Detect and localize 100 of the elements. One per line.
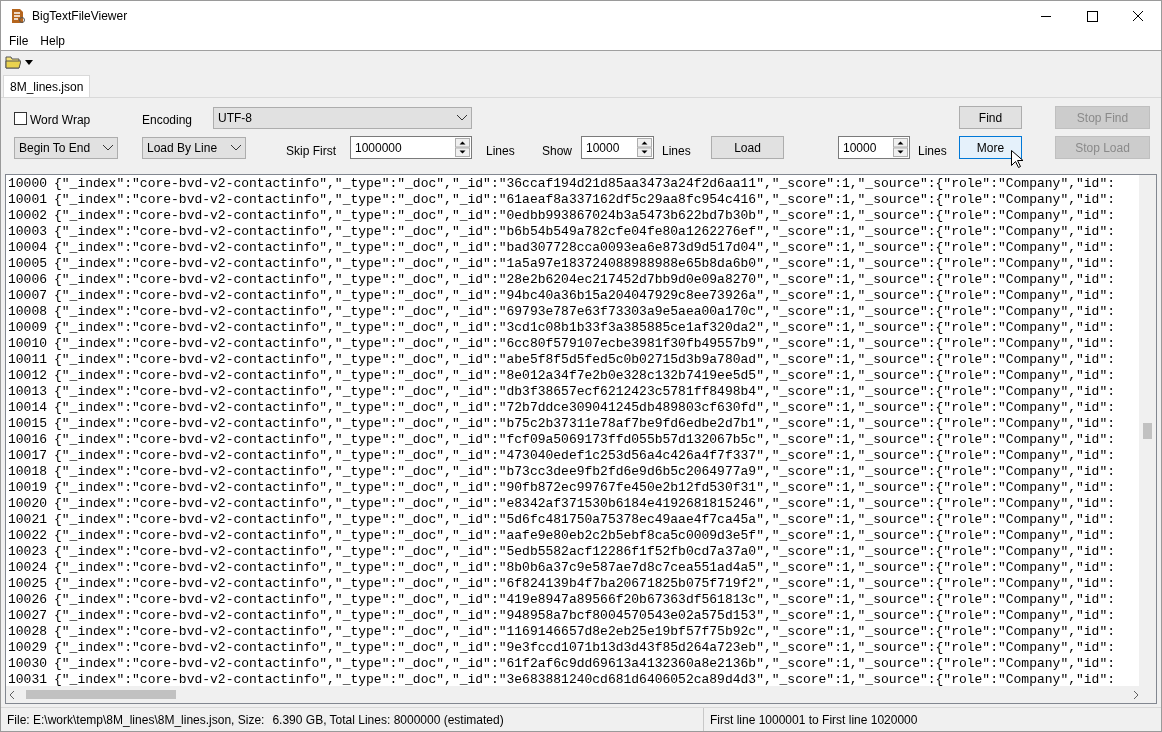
line-number: 10027 xyxy=(8,608,48,624)
checkbox-label: Word Wrap xyxy=(30,112,91,129)
caret-icon[interactable] xyxy=(25,59,33,65)
line-text: {"_index":"core-bvd-v2-contactinfo","_type":"_doc","_id":"db3f38657ecf6212423c5781ff8498b4","_score":1,"_source":{"role":"Company","id": xyxy=(54,384,1115,400)
scroll-right-icon[interactable] xyxy=(1132,690,1140,699)
line-text: {"_index":"core-bvd-v2-contactinfo","_type":"_doc","_id":"aafe9e80eb2c2b5ebf8ca5c0009d3e5f","_score":1,"_source":{"role":"Company","id": xyxy=(54,528,1115,544)
line-number: 10005 xyxy=(8,256,48,272)
line-text: {"_index":"core-bvd-v2-contactinfo","_type":"_doc","_id":"5edb5582acf12286f1f52fb0cd7a37a0","_score":1,"_source":{"role":"Company","id": xyxy=(54,544,1115,560)
line-text: {"_index":"core-bvd-v2-contactinfo","_type":"_doc","_id":"5d6fc481750a75378ec49aae4f7ca45a","_score":1,"_source":{"role":"Company","id": xyxy=(54,512,1115,528)
line-number: 10012 xyxy=(8,368,48,384)
line-text: {"_index":"core-bvd-v2-contactinfo","_type":"_doc","_id":"948958a7bcf8004570543e02a575d153","_score":1,"_source":{"role":"Company","id": xyxy=(54,608,1115,624)
dropdown-value: UTF-8 xyxy=(218,110,252,127)
open-folder-icon[interactable] xyxy=(5,55,21,69)
line-number: 10015 xyxy=(8,416,48,432)
word-wrap-checkbox[interactable] xyxy=(14,112,27,125)
menu-item[interactable]: Help xyxy=(34,31,72,50)
line-text: {"_index":"core-bvd-v2-contactinfo","_type":"_doc","_id":"e8342af371530b6184e4192681815246","_score":1,"_source":{"role":"Company","id": xyxy=(54,496,1115,512)
line-number: 10014 xyxy=(8,400,48,416)
line-text: {"_index":"core-bvd-v2-contactinfo","_type":"_doc","_id":"72b7ddce309041245db489803cf630fd","_score":1,"_source":{"role":"Company","id": xyxy=(54,400,1115,416)
line-number: 10007 xyxy=(8,288,48,304)
line-number: 10025 xyxy=(8,576,48,592)
status-file: File: E:\work\temp\8M_lines\8M_lines.json, Size: xyxy=(7,711,265,729)
line-number: 10004 xyxy=(8,240,48,256)
line-text: {"_index":"core-bvd-v2-contactinfo","_type":"_doc","_id":"8b0b6a37c9e587ae7d8c7cea551ad4a5","_score":1,"_source":{"role":"Company","id": xyxy=(54,560,1115,576)
line-number: 10011 xyxy=(8,352,48,368)
line-text: {"_index":"core-bvd-v2-contactinfo","_type":"_doc","_id":"3e683881240cd681d6406052ca89d4d3","_score":1,"_source":{"role":"Company","id": xyxy=(54,672,1115,686)
line-text: {"_index":"core-bvd-v2-contactinfo","_type":"_doc","_id":"1169146657d8e2eb25e19bf57f75b92c","_score":1,"_source":{"role":"Company","id": xyxy=(54,624,1115,640)
line-number: 10030 xyxy=(8,656,48,672)
dropdown[interactable]: Load By Line xyxy=(142,137,246,159)
scroll-left-icon[interactable] xyxy=(8,690,16,699)
action-button[interactable]: Load xyxy=(711,136,784,159)
line-number: 10000 xyxy=(8,176,48,192)
status-size: 6.390 GB, Total Lines: 8000000 (estimated) xyxy=(272,711,504,729)
line-number: 10026 xyxy=(8,592,48,608)
line-number: 10009 xyxy=(8,320,48,336)
spinner-arrows-icon[interactable] xyxy=(637,138,652,157)
line-text: {"_index":"core-bvd-v2-contactinfo","_type":"_doc","_id":"bad307728cca0093ea6e873d9d517d04","_score":1,"_source":{"role":"Company","id": xyxy=(54,240,1115,256)
line-text: {"_index":"core-bvd-v2-contactinfo","_type":"_doc","_id":"419e8947a89566f20b67363df561813c","_score":1,"_source":{"role":"Company","id": xyxy=(54,592,1115,608)
vertical-scrollbar[interactable] xyxy=(1139,175,1156,686)
line-number: 10008 xyxy=(8,304,48,320)
line-number: 10017 xyxy=(8,448,48,464)
line-number: 10028 xyxy=(8,624,48,640)
line-number: 10006 xyxy=(8,272,48,288)
line-text: {"_index":"core-bvd-v2-contactinfo","_type":"_doc","_id":"b75c2b37311e78af7be9fd6edbe2d7b1","_score":1,"_source":{"role":"Company","id": xyxy=(54,416,1115,432)
line-text: {"_index":"core-bvd-v2-contactinfo","_type":"_doc","_id":"abe5f8f5d5fed5c0b02715d3b9a780ad","_score":1,"_source":{"role":"Company","id": xyxy=(54,352,1115,368)
line-number: 10022 xyxy=(8,528,48,544)
line-number: 10020 xyxy=(8,496,48,512)
dropdown-value: Load By Line xyxy=(147,140,218,157)
spinner-arrows-icon[interactable] xyxy=(455,138,470,157)
line-number: 10013 xyxy=(8,384,48,400)
line-text: {"_index":"core-bvd-v2-contactinfo","_type":"_doc","_id":"b6b54b549a782cfe04fe80a1262276ef","_score":1,"_source":{"role":"Company","id": xyxy=(54,224,1115,240)
line-text: {"_index":"core-bvd-v2-contactinfo","_type":"_doc","_id":"b73cc3dee9fb2fd6e9d6b5c2064977a9","_score":1,"_source":{"role":"Company","id": xyxy=(54,464,1115,480)
app-icon xyxy=(10,8,26,24)
line-text: {"_index":"core-bvd-v2-contactinfo","_type":"_doc","_id":"6f824139b4f7ba20671825b075f719f2","_score":1,"_source":{"role":"Company","id": xyxy=(54,576,1115,592)
line-text: {"_index":"core-bvd-v2-contactinfo","_type":"_doc","_id":"9e3fccd1071b13d3d43f85d264a723eb","_score":1,"_source":{"role":"Company","id": xyxy=(54,640,1115,656)
line-number: 10002 xyxy=(8,208,48,224)
line-text: {"_index":"core-bvd-v2-contactinfo","_type":"_doc","_id":"94bc40a36b15a204047929c8ee73926a","_score":1,"_source":{"role":"Company","id": xyxy=(54,288,1115,304)
mouse-pointer-icon xyxy=(1011,150,1023,168)
field-label: Lines xyxy=(918,143,947,160)
window-title: BigTextFileViewer xyxy=(32,8,128,25)
field-label: Encoding xyxy=(142,112,193,129)
dropdown[interactable]: UTF-8 xyxy=(213,107,472,129)
status-range: First line 1000001 to First line 1020000 xyxy=(710,711,918,729)
number-field[interactable]: 10000 xyxy=(581,136,654,159)
file-tab[interactable]: 8M_lines.json xyxy=(3,75,91,97)
dropdown[interactable]: Begin To End xyxy=(14,137,118,159)
field-label: Lines xyxy=(486,143,515,160)
line-text: {"_index":"core-bvd-v2-contactinfo","_type":"_doc","_id":"28e2b6204ec217452d7bb9d0e09a8270","_score":1,"_source":{"role":"Company","id": xyxy=(54,272,1115,288)
field-label: Lines xyxy=(662,143,691,160)
number-field[interactable]: 10000 xyxy=(838,136,910,159)
line-text: {"_index":"core-bvd-v2-contactinfo","_type":"_doc","_id":"90fb872ec99767fe450e2b12fd530f31","_score":1,"_source":{"role":"Company","id": xyxy=(54,480,1115,496)
chevron-icon xyxy=(457,115,467,121)
line-text: {"_index":"core-bvd-v2-contactinfo","_type":"_doc","_id":"3cd1c08b1b33f3a385885ce1af320da2","_score":1,"_source":{"role":"Company","id": xyxy=(54,320,1115,336)
line-number: 10021 xyxy=(8,512,48,528)
line-text: {"_index":"core-bvd-v2-contactinfo","_type":"_doc","_id":"fcf09a5069173ffd055b57d132067b5c","_score":1,"_source":{"role":"Company","id": xyxy=(54,432,1115,448)
chevron-icon xyxy=(103,145,113,151)
spinner-arrows-icon[interactable] xyxy=(893,138,908,157)
number-field[interactable]: 1000000 xyxy=(350,136,472,159)
line-number: 10031 xyxy=(8,672,48,686)
line-text: {"_index":"core-bvd-v2-contactinfo","_type":"_doc","_id":"473040edef1c253d56a4c426a4f7f337","_score":1,"_source":{"role":"Company","id": xyxy=(54,448,1115,464)
line-number: 10019 xyxy=(8,480,48,496)
line-text: {"_index":"core-bvd-v2-contactinfo","_type":"_doc","_id":"61aeaf8a337162df5c29aa8fc954c416","_score":1,"_source":{"role":"Company","id": xyxy=(54,192,1115,208)
chevron-icon xyxy=(231,145,241,151)
line-text: {"_index":"core-bvd-v2-contactinfo","_type":"_doc","_id":"1a5a97e183724088988988e65b8da6b0","_score":1,"_source":{"role":"Company","id": xyxy=(54,256,1115,272)
line-text: {"_index":"core-bvd-v2-contactinfo","_type":"_doc","_id":"8e012a34f7e2b0e328c132b7419ee5d5","_score":1,"_source":{"role":"Company","id": xyxy=(54,368,1115,384)
line-text: {"_index":"core-bvd-v2-contactinfo","_type":"_doc","_id":"69793e787e63f73303a9e5aea00a170c","_score":1,"_source":{"role":"Company","id": xyxy=(54,304,1115,320)
dropdown-value: Begin To End xyxy=(19,140,91,157)
line-number: 10016 xyxy=(8,432,48,448)
line-number: 10018 xyxy=(8,464,48,480)
line-number: 10023 xyxy=(8,544,48,560)
action-button[interactable]: Find xyxy=(959,106,1022,129)
field-label: Skip First xyxy=(286,143,336,160)
line-number: 10003 xyxy=(8,224,48,240)
horizontal-scrollbar[interactable] xyxy=(6,686,1156,703)
line-number: 10001 xyxy=(8,192,48,208)
line-number: 10024 xyxy=(8,560,48,576)
line-text: {"_index":"core-bvd-v2-contactinfo","_type":"_doc","_id":"61f2af6c9dd69613a4132360a8e2136b","_score":1,"_source":{"role":"Company","id": xyxy=(54,656,1115,672)
line-text: {"_index":"core-bvd-v2-contactinfo","_type":"_doc","_id":"36ccaf194d21d85aa3473a24f2d6aa11","_score":1,"_source":{"role":"Company","id": xyxy=(54,176,1115,192)
action-button[interactable]: More xyxy=(959,136,1022,159)
menu-item[interactable]: File xyxy=(3,31,35,50)
